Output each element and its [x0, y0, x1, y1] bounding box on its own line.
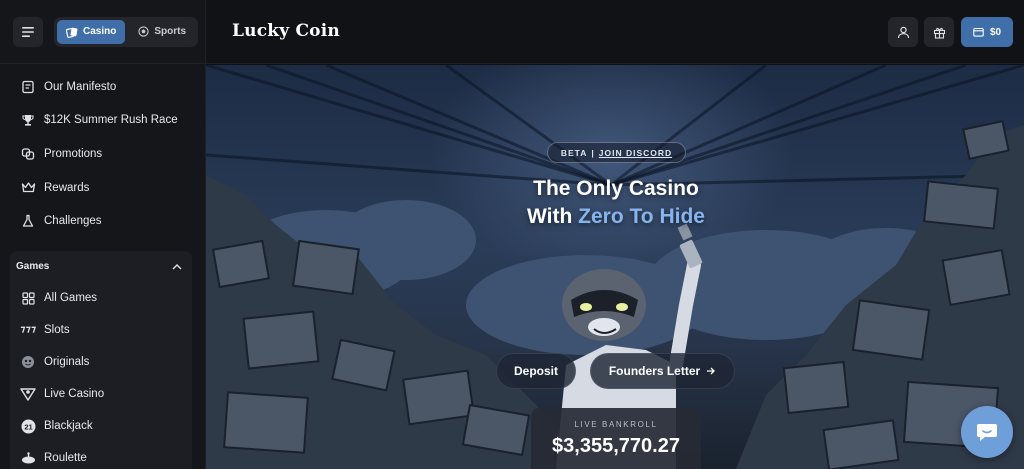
gift-icon — [933, 27, 945, 39]
trophy-icon — [20, 112, 36, 128]
casino-tab-label: Casino — [83, 26, 117, 37]
sidebar-item-rewards[interactable]: Rewards — [0, 171, 205, 205]
games-item-label: Originals — [44, 356, 90, 368]
chat-icon — [977, 424, 997, 441]
wallet-balance: $0 — [989, 26, 1002, 38]
headline-line-1: The Only Casino — [533, 177, 699, 200]
beta-discord-badge[interactable]: BETA | JOIN DISCORD — [547, 142, 686, 163]
headline-hide: Hide — [659, 205, 705, 228]
blackjack-21-icon: 21 — [20, 418, 36, 434]
sports-tab[interactable]: Sports — [129, 20, 195, 44]
games-section: Games All Games Slots Originals Live Cas… — [10, 251, 192, 469]
roulette-icon — [20, 450, 36, 466]
wallet-button[interactable]: $0 — [961, 17, 1013, 47]
founders-letter-label: Founders Letter — [608, 364, 701, 378]
crown-icon — [20, 180, 36, 196]
live-casino-icon — [20, 386, 36, 402]
founders-letter-button[interactable]: Founders Letter — [590, 353, 735, 389]
games-item-label: All Games — [44, 292, 98, 304]
sports-tab-label: Sports — [154, 26, 187, 37]
headline-line-2: With Zero To Hide — [446, 203, 786, 231]
sidebar: Casino Sports Our Manifesto $12K Summer … — [0, 0, 206, 469]
badge-separator: | — [591, 147, 595, 158]
chat-button[interactable] — [961, 406, 1013, 458]
sidebar-item-summer-race[interactable]: $12K Summer Rush Race — [0, 104, 205, 138]
gift-button[interactable] — [924, 17, 954, 47]
promotions-icon — [20, 146, 36, 162]
sidebar-item-label: $12K Summer Rush Race — [44, 114, 178, 127]
slots-777-icon — [20, 322, 36, 338]
site-logo[interactable]: Lucky Coin — [232, 21, 340, 41]
games-item-roulette[interactable]: Roulette — [10, 442, 192, 469]
games-item-live-casino[interactable]: Live Casino — [10, 378, 192, 410]
games-item-blackjack[interactable]: 21 Blackjack — [10, 410, 192, 442]
join-discord-link[interactable]: JOIN DISCORD — [599, 148, 672, 158]
games-item-slots[interactable]: Slots — [10, 314, 192, 346]
casino-sports-toggle: Casino Sports — [54, 16, 199, 47]
ball-icon — [138, 26, 149, 37]
games-title: Games — [16, 261, 50, 272]
profile-button[interactable] — [888, 17, 918, 47]
bankroll-value: $3,355,770.27 — [552, 435, 680, 457]
headline-zero-to: Zero To — [578, 205, 654, 228]
bankroll-label: LIVE BANKROLL — [574, 420, 658, 429]
sidebar-top: Casino Sports — [0, 0, 205, 64]
sidebar-item-label: Promotions — [44, 147, 103, 160]
wallet-icon — [973, 27, 984, 37]
deposit-button[interactable]: Deposit — [496, 353, 576, 389]
grid-icon — [20, 290, 36, 306]
casino-tab[interactable]: Casino — [57, 19, 126, 44]
sidebar-item-label: Our Manifesto — [44, 80, 117, 93]
games-item-label: Live Casino — [44, 388, 105, 400]
games-item-label: Roulette — [44, 452, 87, 464]
sidebar-item-manifesto[interactable]: Our Manifesto — [0, 70, 205, 104]
flask-icon — [20, 213, 36, 229]
games-item-label: Slots — [44, 324, 70, 336]
sidebar-item-label: Rewards — [44, 181, 90, 194]
hamburger-icon — [22, 26, 34, 37]
sidebar-item-label: Challenges — [44, 215, 102, 228]
manifesto-icon — [20, 79, 36, 95]
menu-button[interactable] — [13, 16, 43, 47]
user-icon — [897, 26, 909, 38]
games-item-label: Blackjack — [44, 420, 93, 432]
chevron-up-icon — [172, 263, 182, 269]
cards-icon — [66, 27, 78, 38]
arrow-right-icon — [707, 367, 716, 375]
deposit-label: Deposit — [513, 364, 558, 378]
hero-banner: BETA | JOIN DISCORD The Only Casino With… — [206, 65, 1024, 469]
games-item-all-games[interactable]: All Games — [10, 282, 192, 314]
sidebar-item-challenges[interactable]: Challenges — [0, 204, 205, 238]
originals-icon — [20, 354, 36, 370]
games-header[interactable]: Games — [10, 251, 192, 282]
sidebar-nav: Our Manifesto $12K Summer Rush Race Prom… — [0, 64, 205, 238]
sidebar-item-promotions[interactable]: Promotions — [0, 137, 205, 171]
beta-label: BETA — [560, 147, 588, 158]
games-item-originals[interactable]: Originals — [10, 346, 192, 378]
hero-headline: The Only Casino With Zero To Hide — [446, 175, 786, 231]
live-bankroll-card: LIVE BANKROLL $3,355,770.27 — [531, 408, 701, 469]
svg-text:21: 21 — [24, 422, 32, 431]
headline-with: With — [527, 205, 573, 228]
top-header: Lucky Coin $0 — [206, 0, 1024, 64]
